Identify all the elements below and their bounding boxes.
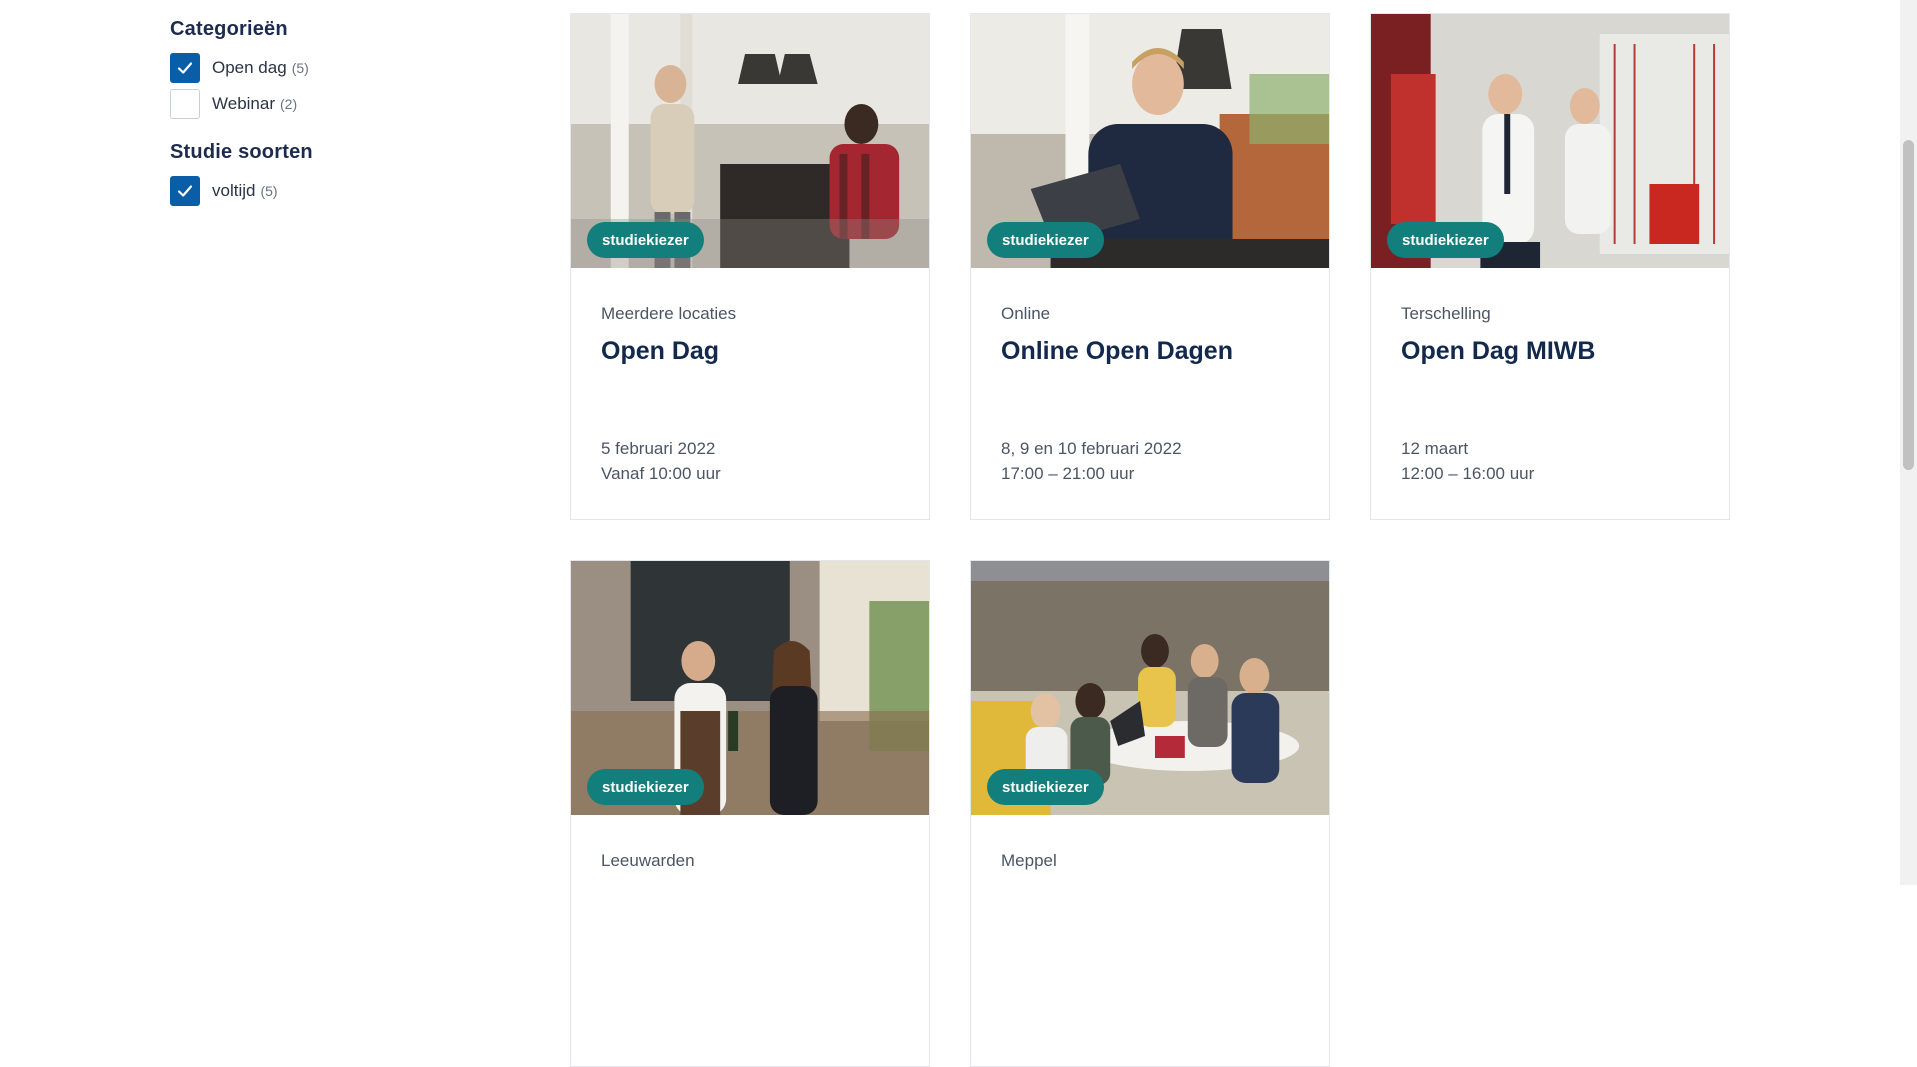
- event-card[interactable]: studiekiezer Leeuwarden: [570, 560, 930, 1067]
- event-location: Terschelling: [1401, 304, 1491, 323]
- event-title[interactable]: Open Dag MIWB: [1401, 336, 1699, 436]
- event-card[interactable]: studiekiezer Terschelling Open Dag MIWB …: [1370, 13, 1730, 520]
- checkbox-voltijd[interactable]: [170, 176, 200, 206]
- filter-option-voltijd[interactable]: voltijd (5): [170, 176, 470, 206]
- category-tag: studiekiezer: [1387, 222, 1504, 258]
- page-scrollbar[interactable]: [1900, 0, 1917, 885]
- event-photo: studiekiezer: [971, 561, 1329, 815]
- filter-option-label: Webinar: [212, 94, 275, 113]
- event-title[interactable]: Open Dag: [601, 336, 899, 436]
- event-card-body: Leeuwarden: [571, 815, 929, 983]
- event-card-body: Meerdere locaties Open Dag 5 februari 20…: [571, 268, 929, 486]
- event-date: 8, 9 en 10 februari 2022: [1001, 439, 1182, 458]
- event-date: 5 februari 2022: [601, 439, 716, 458]
- filter-option-label: Open dag: [212, 58, 287, 77]
- filter-group-categories: Categorieën Open dag (5) Webinar (2): [170, 18, 470, 119]
- event-time: 17:00 – 21:00 uur: [1001, 464, 1135, 483]
- event-card-body: Meppel: [971, 815, 1329, 983]
- filter-option-count: (5): [260, 183, 278, 199]
- category-tag: studiekiezer: [987, 222, 1104, 258]
- event-photo: studiekiezer: [1371, 14, 1729, 268]
- event-date: 12 maart: [1401, 439, 1469, 458]
- checkbox-webinar[interactable]: [170, 89, 200, 119]
- filter-heading-study-types: Studie soorten: [170, 141, 313, 163]
- event-card[interactable]: studiekiezer Meppel: [970, 560, 1330, 1067]
- event-location: Meppel: [1001, 851, 1057, 870]
- event-photo: studiekiezer: [571, 14, 929, 268]
- event-time: Vanaf 10:00 uur: [601, 464, 721, 483]
- event-time: 12:00 – 16:00 uur: [1401, 464, 1535, 483]
- event-location: Meerdere locaties: [601, 304, 737, 323]
- event-card-body: Terschelling Open Dag MIWB 12 maart 12:0…: [1371, 268, 1729, 486]
- event-card[interactable]: studiekiezer Meerdere locaties Open Dag …: [570, 13, 930, 520]
- category-tag: studiekiezer: [587, 222, 704, 258]
- event-location: Leeuwarden: [601, 851, 695, 870]
- filter-option-count: (5): [291, 60, 309, 76]
- checkmark-icon: [177, 62, 193, 74]
- filter-option-open-dag[interactable]: Open dag (5): [170, 53, 470, 83]
- filter-sidebar: Categorieën Open dag (5) Webinar (2) Stu…: [170, 18, 470, 228]
- scrollbar-thumb[interactable]: [1903, 140, 1914, 470]
- checkmark-icon: [177, 185, 193, 197]
- event-card[interactable]: studiekiezer Online Online Open Dagen 8,…: [970, 13, 1330, 520]
- event-photo: studiekiezer: [571, 561, 929, 815]
- event-title[interactable]: Online Open Dagen: [1001, 336, 1299, 436]
- event-title[interactable]: [601, 883, 899, 983]
- event-location: Online: [1001, 304, 1051, 323]
- filter-option-webinar[interactable]: Webinar (2): [170, 89, 470, 119]
- filter-option-count: (2): [280, 96, 298, 112]
- event-card-body: Online Online Open Dagen 8, 9 en 10 febr…: [971, 268, 1329, 486]
- checkbox-open-dag[interactable]: [170, 53, 200, 83]
- filter-option-label: voltijd: [212, 181, 256, 200]
- category-tag: studiekiezer: [987, 769, 1104, 805]
- category-tag: studiekiezer: [587, 769, 704, 805]
- filter-group-study-types: Studie soorten voltijd (5): [170, 141, 470, 206]
- filter-heading-categories: Categorieën: [170, 18, 288, 40]
- event-title[interactable]: [1001, 883, 1299, 983]
- event-photo: studiekiezer: [971, 14, 1329, 268]
